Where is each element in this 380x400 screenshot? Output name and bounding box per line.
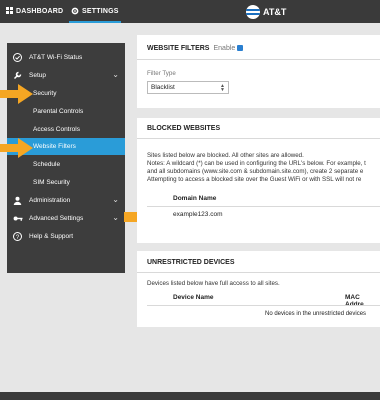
check-circle-icon: [12, 52, 23, 63]
sidebar-item-help-support[interactable]: ? Help & Support: [7, 228, 125, 245]
sidebar-item-setup[interactable]: Setup ⌄: [7, 67, 125, 84]
table-row[interactable]: example123.com: [173, 211, 223, 218]
tab-dashboard[interactable]: DASHBOARD: [6, 0, 63, 23]
sidebar-item-access-controls[interactable]: Access Controls: [7, 121, 125, 138]
user-icon: [12, 195, 23, 206]
grid-icon: [6, 7, 13, 16]
att-globe-icon: [246, 5, 260, 19]
sidebar-item-parental-controls[interactable]: Parental Controls: [7, 103, 125, 120]
sidebar-item-label: Access Controls: [33, 126, 80, 133]
sidebar-item-label: Administration: [29, 197, 71, 204]
enable-label: Enable: [213, 45, 236, 52]
sidebar-item-label: Setup: [29, 72, 46, 79]
divider: [137, 138, 380, 139]
sidebar-item-label: Website Filters: [33, 143, 76, 150]
empty-state-message: No devices in the unrestricted devices: [265, 311, 367, 317]
sidebar-item-label: SIM Security: [33, 179, 70, 186]
divider: [147, 206, 380, 207]
unrestricted-devices-title: UNRESTRICTED DEVICES: [147, 259, 235, 266]
tab-settings[interactable]: SETTINGS: [69, 0, 121, 23]
sidebar-item-wifi-status[interactable]: AT&T Wi-Fi Status: [7, 49, 125, 66]
divider: [147, 305, 380, 306]
device-name-header: Device Name: [173, 294, 214, 301]
brand-logo: AT&T: [246, 4, 286, 20]
gear-icon: [71, 7, 79, 17]
unrestricted-description: Devices listed below have full access to…: [147, 280, 280, 287]
blocked-info-line: and all subdomains (www.site.com & subdo…: [147, 168, 364, 175]
brand-name: AT&T: [263, 7, 287, 17]
sidebar-item-advanced-settings[interactable]: Advanced Settings ⌄: [7, 210, 125, 227]
chevron-down-icon: ⌄: [112, 195, 119, 204]
blocked-websites-panel: BLOCKED WEBSITES Sites listed below are …: [137, 118, 380, 243]
arrow-pointer-icon: [0, 138, 33, 158]
sidebar-item-label: Schedule: [33, 161, 61, 168]
website-filters-title: WEBSITE FILTERS Enable: [147, 45, 244, 52]
domain-name-header: Domain Name: [173, 195, 217, 202]
website-filters-panel: WEBSITE FILTERS Enable Filter Type Blackl…: [137, 35, 380, 108]
filter-type-select[interactable]: Blacklist ▲ ▼: [147, 81, 229, 94]
sidebar-item-label: Security: [33, 90, 57, 97]
blocked-info-line: Sites listed below are blocked. All othe…: [147, 152, 304, 159]
arrow-pointer-icon: [0, 84, 33, 104]
filter-type-label: Filter Type: [147, 70, 176, 77]
enable-checkbox[interactable]: [237, 45, 244, 51]
filter-type-value: Blacklist: [151, 84, 175, 91]
footer-bar: [0, 392, 380, 400]
wrench-icon: [12, 70, 23, 81]
select-arrows-icon: ▲ ▼: [220, 83, 225, 93]
sidebar-item-label: Help & Support: [29, 233, 74, 240]
tab-dashboard-label: DASHBOARD: [16, 8, 64, 15]
blocked-websites-title: BLOCKED WEBSITES: [147, 125, 221, 132]
sidebar-item-label: Advanced Settings: [29, 215, 84, 222]
unrestricted-devices-panel: UNRESTRICTED DEVICES Devices listed belo…: [137, 251, 380, 327]
key-icon: [12, 213, 23, 224]
blocked-info-line: Notes: A wildcard (*) can be used in con…: [147, 160, 366, 167]
chevron-down-icon: ⌄: [112, 70, 119, 79]
top-nav-bar: DASHBOARD SETTINGS AT&T: [0, 0, 380, 23]
divider: [137, 272, 380, 273]
sidebar-item-label: Parental Controls: [33, 108, 84, 115]
sidebar-item-label: AT&T Wi-Fi Status: [29, 54, 83, 61]
sidebar-item-administration[interactable]: Administration ⌄: [7, 192, 125, 209]
blocked-info-line: Attempting to access a blocked site over…: [147, 176, 362, 183]
question-circle-icon: ?: [12, 231, 23, 242]
sidebar-item-sim-security[interactable]: SIM Security: [7, 174, 125, 191]
divider: [137, 59, 380, 60]
tab-settings-label: SETTINGS: [82, 8, 119, 15]
chevron-down-icon: ⌄: [112, 213, 119, 222]
